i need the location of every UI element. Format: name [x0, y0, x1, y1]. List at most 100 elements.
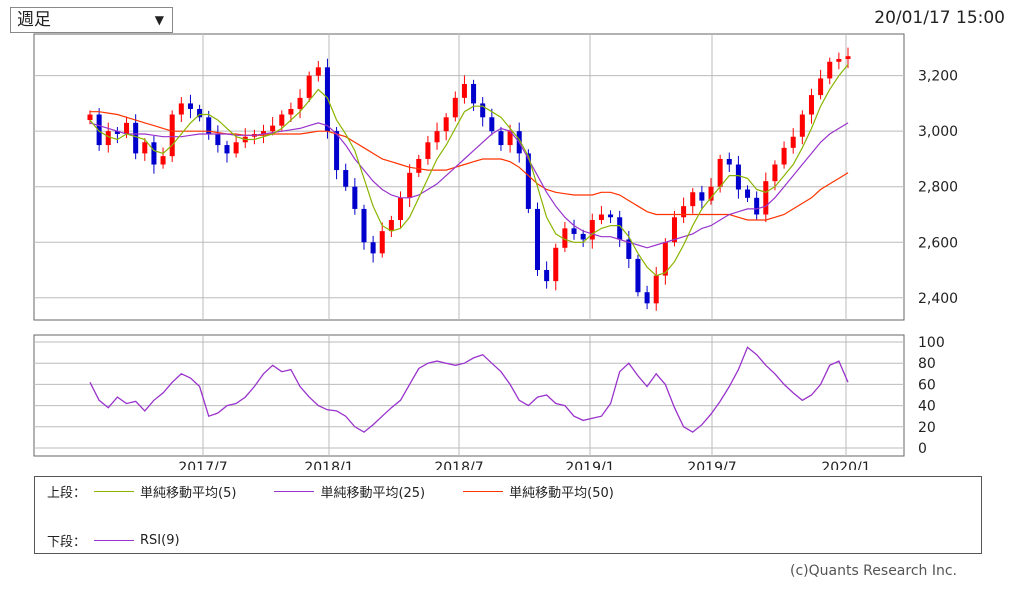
candle-body [544, 270, 550, 282]
candle-body [169, 114, 175, 157]
candle-body [498, 131, 504, 146]
candle-body [799, 114, 805, 137]
rsi-y-tick-label: 80 [918, 356, 936, 372]
legend-ma50-swatch [463, 491, 504, 492]
copyright: (c)Quants Research Inc. [789, 563, 957, 579]
rsi-y-tick-label: 20 [918, 420, 936, 436]
main-y-tick-label: 3,000 [918, 124, 958, 140]
legend: 上段： 単純移動平均(5) 単純移動平均(25) 単純移動平均(50) 下段： … [34, 476, 982, 554]
candle-body [489, 117, 495, 132]
candle-body [644, 292, 650, 304]
candle-body [836, 58, 842, 62]
candle-body [553, 247, 559, 282]
candle-body [534, 208, 541, 271]
candle-body [288, 108, 294, 115]
rsi-y-tick-label: 100 [918, 335, 945, 351]
candle-body [690, 192, 696, 207]
rsi-y-tick-label: 40 [918, 399, 936, 415]
candle-body [763, 181, 769, 215]
candle-body [635, 258, 641, 293]
candle-body [133, 122, 139, 154]
candle-body [754, 197, 760, 215]
candle-body [443, 117, 449, 132]
legend-ma50: 単純移動平均(50) [463, 482, 614, 501]
candle-body [379, 231, 385, 254]
legend-ma50-label: 単純移動平均(50) [509, 486, 614, 501]
legend-ma5-label: 単純移動平均(5) [140, 486, 237, 501]
x-tick-label: 2019/7 [687, 460, 736, 470]
candle-body [781, 147, 787, 165]
candle-body [471, 83, 477, 104]
candle-body [160, 156, 166, 165]
legend-ma25-label: 単純移動平均(25) [320, 486, 426, 501]
candle-body [726, 158, 732, 165]
candle-body [87, 114, 93, 121]
candle-body [818, 78, 824, 96]
candle-body [434, 131, 440, 143]
candle-body [279, 114, 285, 126]
candle-body [361, 208, 367, 243]
candle-body [808, 95, 814, 115]
legend-ma25-swatch [274, 491, 315, 492]
candle-body [315, 67, 321, 76]
candle-body [452, 97, 458, 118]
candle-body [142, 142, 148, 154]
candle-body [233, 142, 239, 154]
x-tick-label: 2020/1 [821, 460, 870, 470]
candle-body [845, 56, 851, 59]
candle-body [735, 164, 741, 190]
x-tick-label: 2018/1 [304, 460, 353, 470]
legend-rsi-swatch [94, 540, 135, 541]
candle-body [717, 158, 723, 187]
legend-rsi-label: RSI(9) [140, 533, 180, 548]
candle-body [699, 192, 705, 201]
candle-body [187, 103, 193, 109]
candle-body [397, 197, 404, 221]
candle-body [571, 228, 577, 234]
legend-upper-row: 上段： 単純移動平均(5) 単純移動平均(25) 単純移動平均(50) [47, 482, 652, 501]
candle-body [790, 136, 796, 148]
x-tick-label: 2017/7 [178, 460, 227, 470]
candle-body [772, 164, 778, 182]
candle-body [352, 186, 358, 209]
legend-lower-row: 下段： RSI(9) [47, 531, 218, 550]
legend-ma25: 単純移動平均(25) [274, 482, 425, 501]
main-y-tick-label: 2,600 [918, 235, 958, 251]
candle-body [297, 97, 303, 109]
candle-body [580, 233, 586, 240]
main-y-tick-label: 2,400 [918, 291, 958, 307]
candle-body [480, 103, 486, 118]
main-y-tick-label: 3,200 [918, 69, 958, 85]
candle-body [215, 133, 221, 146]
candle-body [178, 103, 184, 115]
x-tick-label: 2019/1 [565, 460, 614, 470]
candle-body [124, 122, 130, 134]
candle-body [105, 131, 111, 146]
legend-lower-label: 下段： [47, 535, 87, 550]
candle-body [151, 142, 157, 165]
candle-body [343, 170, 349, 187]
rsi-panel-frame [33, 334, 905, 457]
legend-rsi: RSI(9) [94, 533, 180, 548]
candle-body [653, 275, 659, 304]
candle-body [224, 145, 230, 154]
legend-ma5-swatch [94, 491, 135, 492]
candle-body [407, 172, 413, 198]
legend-upper-label: 上段： [47, 486, 87, 501]
candle-body [598, 214, 604, 221]
rsi-y-tick-label: 0 [918, 441, 927, 457]
candle-body [461, 83, 467, 98]
x-tick-label: 2018/7 [434, 460, 483, 470]
candle-body [425, 142, 431, 159]
candle-body [416, 158, 422, 173]
candle-body [827, 61, 833, 79]
candle-body [608, 214, 614, 218]
stock-chart: 2,400 2,600 2,800 3,000 3,200 0 20 40 60 80 100 201… [33, 33, 958, 470]
candle-body [270, 125, 276, 132]
candle-body [681, 206, 687, 218]
main-y-tick-label: 2,800 [918, 180, 958, 196]
candle-body [306, 75, 312, 98]
candle-body [745, 189, 751, 198]
candle-body [589, 220, 595, 240]
legend-ma5: 単純移動平均(5) [94, 482, 236, 501]
